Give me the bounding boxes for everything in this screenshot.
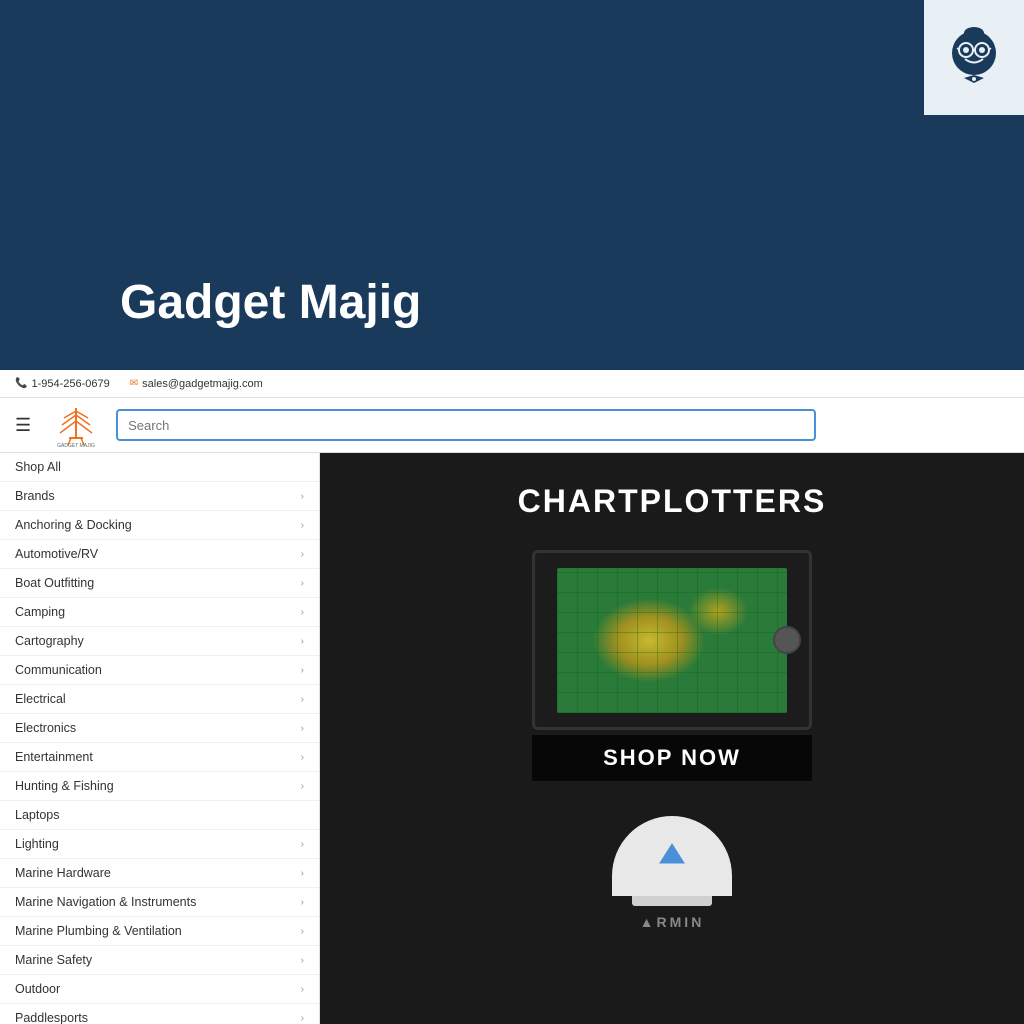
chevron-right-icon: › [301, 607, 304, 618]
nav-item-label: Lighting [15, 837, 59, 851]
shop-now-button[interactable]: SHOP NOW [532, 735, 812, 781]
nav-item[interactable]: Cartography › [0, 627, 319, 656]
phone-number: 1-954-256-0679 [31, 378, 109, 390]
map-grid-lines [557, 568, 787, 713]
nav-item-label: Marine Safety [15, 953, 92, 967]
search-input[interactable] [116, 409, 816, 441]
nav-item-label: Automotive/RV [15, 547, 98, 561]
promo-content: CHARTPLOTTERS SHOP NOW [320, 453, 1024, 1024]
chevron-right-icon: › [301, 955, 304, 966]
garmin-satellite-container: ▲RMIN [612, 801, 732, 930]
topbar-email: ✉ sales@gadgetmajig.com [130, 378, 263, 390]
chevron-right-icon: › [301, 549, 304, 560]
device-container: SHOP NOW [532, 550, 812, 781]
chevron-right-icon: › [301, 868, 304, 879]
hamburger-menu-icon[interactable]: ☰ [10, 410, 36, 441]
chevron-right-icon: › [301, 897, 304, 908]
nav-item[interactable]: Anchoring & Docking › [0, 511, 319, 540]
nav-item[interactable]: Laptops [0, 801, 319, 830]
nav-item-label: Outdoor [15, 982, 60, 996]
device-knob [773, 626, 801, 654]
chevron-right-icon: › [301, 926, 304, 937]
nav-item[interactable]: Outdoor › [0, 975, 319, 1004]
page-title: Gadget Majig [0, 275, 1024, 340]
nav-item[interactable]: Hunting & Fishing › [0, 772, 319, 801]
nav-item[interactable]: Brands › [0, 482, 319, 511]
garmin-dome [612, 816, 732, 896]
nav-item[interactable]: Electrical › [0, 685, 319, 714]
nav-item[interactable]: Communication › [0, 656, 319, 685]
nav-item-label: Camping [15, 605, 65, 619]
nav-item[interactable]: Electronics › [0, 714, 319, 743]
nav-item-label: Marine Navigation & Instruments [15, 895, 196, 909]
chevron-right-icon: › [301, 491, 304, 502]
nav-item[interactable]: Automotive/RV › [0, 540, 319, 569]
chevron-right-icon: › [301, 723, 304, 734]
site-navigation: Shop AllBrands›Anchoring & Docking›Autom… [0, 453, 320, 1024]
site-logo: GADGET MAJIG [46, 403, 106, 448]
nav-item[interactable]: Boat Outfitting › [0, 569, 319, 598]
chevron-right-icon: › [301, 984, 304, 995]
chevron-right-icon: › [301, 665, 304, 676]
mascot-icon [939, 23, 1009, 93]
nav-item[interactable]: Paddlesports › [0, 1004, 319, 1024]
nav-item-label: Brands [15, 489, 55, 503]
chartplotter-device [532, 550, 812, 730]
chevron-right-icon: › [301, 1013, 304, 1024]
nav-item-label: Marine Plumbing & Ventilation [15, 924, 182, 938]
garmin-brand-label: ▲RMIN [640, 914, 705, 930]
nav-item[interactable]: Shop All [0, 453, 319, 482]
site-logo-icon: GADGET MAJIG [54, 403, 99, 448]
nav-item[interactable]: Lighting › [0, 830, 319, 859]
chevron-right-icon: › [301, 839, 304, 850]
nav-item-label: Hunting & Fishing [15, 779, 114, 793]
site-header: ☰ GADGET MAJIG [0, 398, 1024, 453]
device-screen [557, 568, 787, 713]
nav-item[interactable]: Camping › [0, 598, 319, 627]
chevron-right-icon: › [301, 781, 304, 792]
nav-item[interactable]: Marine Plumbing & Ventilation › [0, 917, 319, 946]
email-icon: ✉ [130, 378, 138, 389]
nav-item-label: Paddlesports [15, 1011, 88, 1024]
chevron-right-icon: › [301, 578, 304, 589]
nav-item-label: Anchoring & Docking [15, 518, 132, 532]
chevron-right-icon: › [301, 752, 304, 763]
nav-item-label: Boat Outfitting [15, 576, 94, 590]
chevron-right-icon: › [301, 694, 304, 705]
phone-icon: 📞 [15, 378, 27, 389]
website-screenshot: 📞 1-954-256-0679 ✉ sales@gadgetmajig.com… [0, 370, 1024, 1024]
nav-item[interactable]: Entertainment › [0, 743, 319, 772]
chevron-right-icon: › [301, 636, 304, 647]
garmin-triangle-logo [657, 841, 687, 866]
nav-item-label: Cartography [15, 634, 84, 648]
nav-item-label: Electronics [15, 721, 76, 735]
email-address: sales@gadgetmajig.com [142, 378, 263, 390]
site-main: Shop AllBrands›Anchoring & Docking›Autom… [0, 453, 1024, 1024]
promo-title: CHARTPLOTTERS [518, 483, 827, 520]
svg-text:GADGET MAJIG: GADGET MAJIG [57, 443, 95, 448]
nav-item[interactable]: Marine Hardware › [0, 859, 319, 888]
site-topbar: 📞 1-954-256-0679 ✉ sales@gadgetmajig.com [0, 370, 1024, 398]
nav-item-label: Entertainment [15, 750, 93, 764]
nav-item-label: Laptops [15, 808, 59, 822]
nav-item-label: Communication [15, 663, 102, 677]
nav-item-label: Shop All [15, 460, 61, 474]
promo-banner: CHARTPLOTTERS SHOP NOW [320, 453, 1024, 1024]
logo-box [924, 0, 1024, 115]
nav-item-label: Electrical [15, 692, 66, 706]
top-section: Gadget Majig [0, 0, 1024, 370]
nav-item[interactable]: Marine Navigation & Instruments › [0, 888, 319, 917]
chevron-right-icon: › [301, 520, 304, 531]
nav-item[interactable]: Marine Safety › [0, 946, 319, 975]
nav-item-label: Marine Hardware [15, 866, 111, 880]
topbar-phone: 📞 1-954-256-0679 [15, 378, 110, 390]
